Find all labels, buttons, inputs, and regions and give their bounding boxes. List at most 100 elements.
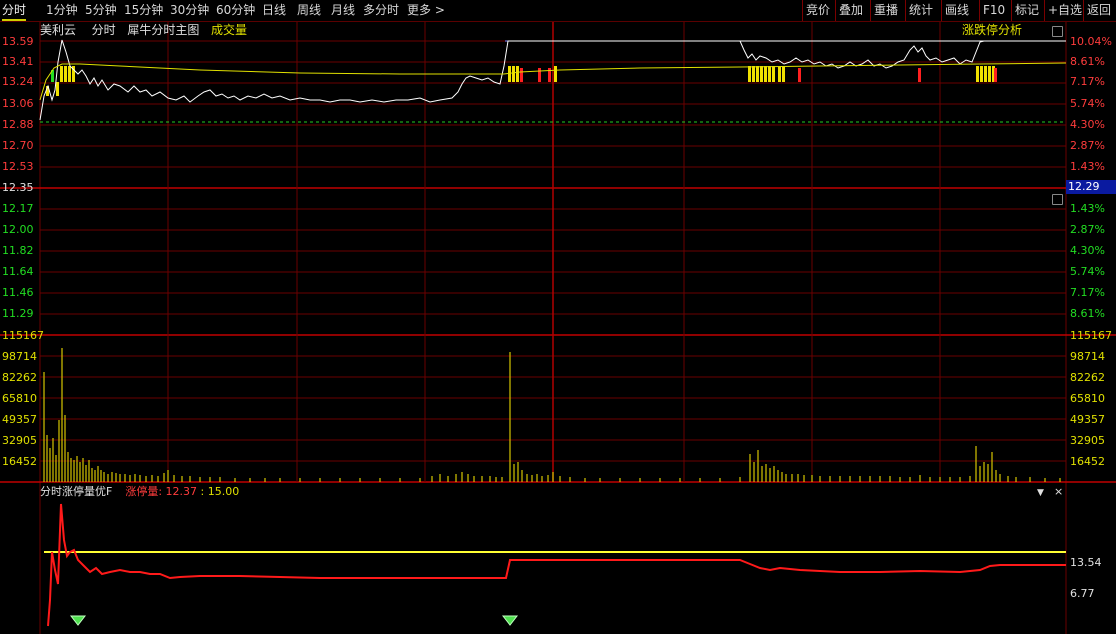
tool-button-4[interactable]: 画线: [945, 2, 969, 19]
price-label-down: 11.46: [2, 286, 34, 299]
period-tab-6[interactable]: 日线: [262, 2, 286, 19]
toolbar-separator: [870, 0, 871, 21]
indicator-value-1: 12.37: [165, 485, 198, 498]
toolbar-separator: [979, 0, 980, 21]
pct-label-up: 8.61%: [1070, 55, 1105, 68]
period-tab-3[interactable]: 15分钟: [124, 2, 163, 19]
signal-bar-yellow: [554, 66, 557, 82]
pct-label-down: 2.87%: [1070, 223, 1105, 236]
chart-header: 美利云 分时 犀牛分时主图 成交量: [40, 21, 247, 39]
toolbar-separator: [905, 0, 906, 21]
signal-bar-yellow: [508, 66, 511, 82]
tool-button-8[interactable]: 返回: [1087, 2, 1111, 19]
panel-toggle-icon-2[interactable]: [1052, 194, 1063, 205]
volume-label-left: 32905: [2, 434, 37, 447]
signal-bar-yellow: [772, 66, 775, 82]
tool-button-3[interactable]: 统计: [909, 2, 933, 19]
signal-bar-yellow: [756, 66, 759, 82]
pct-label-down: 1.43%: [1070, 202, 1105, 215]
signal-bar-yellow: [782, 66, 785, 82]
indicator-name[interactable]: 分时涨停量优F: [40, 485, 112, 498]
period-tab-9[interactable]: 多分时: [363, 2, 399, 19]
volume-label: 成交量: [211, 23, 248, 37]
current-price-tag: 12.29: [1066, 180, 1116, 194]
price-label-down: 11.29: [2, 307, 34, 320]
signal-bar-red: [538, 68, 541, 82]
volume-label-left: 115167: [2, 329, 44, 342]
signal-bar-red: [798, 68, 801, 82]
period-tab-10[interactable]: 更多 >: [407, 2, 445, 19]
price-label-up: 12.70: [2, 139, 34, 152]
signal-bar-red: [918, 68, 921, 82]
price-label-up: 13.24: [2, 75, 34, 88]
period-tab-8[interactable]: 月线: [331, 2, 355, 19]
close-icon[interactable]: ×: [1054, 486, 1063, 498]
period-toolbar: 分时 1分钟 5分钟 15分钟 30分钟 60分钟 日线 周线 月线 多分时 更多 > 竞价 叠加 重播…: [0, 0, 1116, 22]
main-indicator-name[interactable]: 犀牛分时主图: [127, 23, 199, 37]
indicator-line: [47, 503, 1066, 627]
signal-bar-yellow: [68, 66, 71, 82]
signal-bar-yellow: [56, 82, 59, 96]
period-tab-0[interactable]: 分时: [2, 2, 27, 21]
indicator-panel-title: 分时涨停量优F 涨停量: 12.37 : 15.00: [40, 485, 240, 498]
signal-bar-yellow: [768, 66, 771, 82]
signal-bar-yellow: [764, 66, 767, 82]
period-tab-5[interactable]: 60分钟: [216, 2, 255, 19]
signal-bar-yellow: [984, 66, 987, 82]
chart-mode: 分时: [91, 23, 116, 37]
price-label-up: 12.88: [2, 118, 34, 131]
pct-label-down: 7.17%: [1070, 286, 1105, 299]
pct-label-down: 5.74%: [1070, 265, 1105, 278]
pct-label-up: 2.87%: [1070, 139, 1105, 152]
period-tab-1[interactable]: 1分钟: [46, 2, 78, 19]
volume-label-right: 82262: [1070, 371, 1105, 384]
volume-label-left: 98714: [2, 350, 37, 363]
signal-bar-yellow: [760, 66, 763, 82]
signal-markers: [46, 66, 997, 96]
volume-label-left: 65810: [2, 392, 37, 405]
period-tab-4[interactable]: 30分钟: [170, 2, 209, 19]
toolbar-separator: [1044, 0, 1045, 21]
limit-analysis-button[interactable]: 涨跌停分析: [962, 21, 1022, 39]
tool-button-5[interactable]: F10: [983, 2, 1005, 19]
volume-label-left: 82262: [2, 371, 37, 384]
tool-button-7[interactable]: +自选: [1048, 2, 1082, 19]
signal-bar-yellow: [60, 66, 63, 82]
tool-button-6[interactable]: 标记: [1015, 2, 1039, 19]
volume-label-right: 49357: [1070, 413, 1105, 426]
diamond-signal-icon: [501, 615, 519, 626]
pct-label-up: 1.43%: [1070, 160, 1105, 173]
indicator-series-label: 涨停量: [125, 485, 159, 498]
pct-label-down: 4.30%: [1070, 244, 1105, 257]
toolbar-separator: [835, 0, 836, 21]
indicator-value-2: 15.00: [207, 485, 240, 498]
signal-bar-yellow: [988, 66, 991, 82]
tool-button-0[interactable]: 竞价: [806, 2, 830, 19]
toolbar-separator: [802, 0, 803, 21]
signal-bar-yellow: [752, 66, 755, 82]
panel-toggle-icon[interactable]: [1052, 26, 1063, 37]
indicator-lines: [44, 503, 1066, 627]
signal-bar-yellow: [976, 66, 979, 82]
indicator-axis-label: 6.77: [1070, 587, 1095, 600]
signal-bar-yellow: [64, 66, 67, 82]
price-label-up: 12.53: [2, 160, 34, 173]
volume-label-left: 49357: [2, 413, 37, 426]
tool-button-1[interactable]: 叠加: [839, 2, 863, 19]
stock-name: 美利云: [40, 23, 77, 37]
signal-bar-yellow: [748, 66, 751, 82]
period-tab-7[interactable]: 周线: [297, 2, 321, 19]
toolbar-separator: [1083, 0, 1084, 21]
pct-label-up: 10.04%: [1070, 35, 1112, 48]
pct-label-down: 8.61%: [1070, 307, 1105, 320]
dropdown-arrow-icon[interactable]: ▼: [1037, 487, 1044, 499]
toolbar-separator: [941, 0, 942, 21]
tool-button-2[interactable]: 重播: [874, 2, 898, 19]
volume-label-right: 98714: [1070, 350, 1105, 363]
indicator-axis-label: 13.54: [1070, 556, 1102, 569]
volume-label-right: 65810: [1070, 392, 1105, 405]
period-tab-2[interactable]: 5分钟: [85, 2, 117, 19]
price-label-down: 11.64: [2, 265, 34, 278]
volume-label-right: 32905: [1070, 434, 1105, 447]
signal-bar-yellow: [980, 66, 983, 82]
